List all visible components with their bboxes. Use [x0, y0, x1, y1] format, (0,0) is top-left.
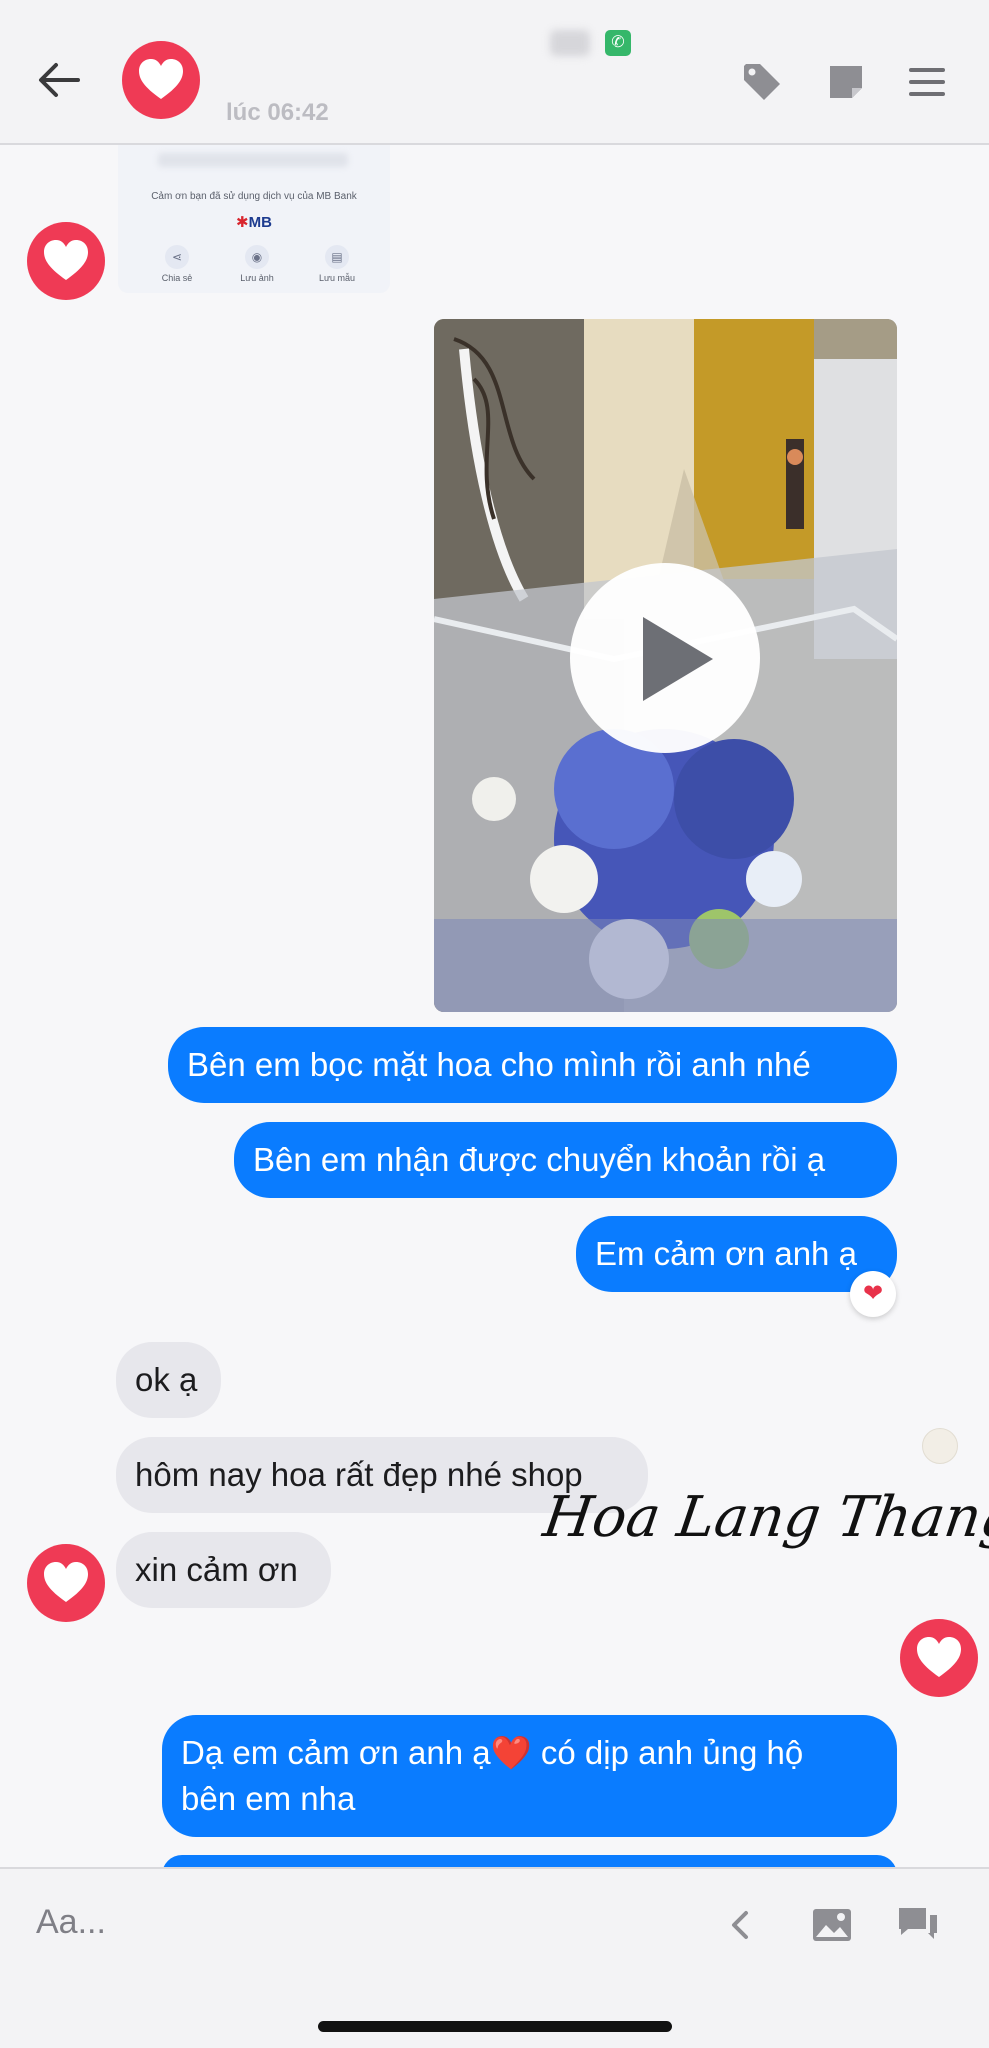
incoming-message[interactable]: xin cảm ơn — [116, 1532, 331, 1608]
image-icon[interactable] — [810, 1903, 854, 1947]
outgoing-message[interactable]: Bên em nhận được chuyển khoản rồi ạ — [234, 1122, 897, 1198]
blurred-receipt-detail — [158, 153, 348, 167]
heart-reaction[interactable]: ❤ — [850, 1271, 896, 1317]
contact-avatar[interactable] — [27, 222, 105, 300]
home-indicator[interactable] — [318, 2021, 672, 2032]
outgoing-message[interactable]: Dạ em cảm ơn anh ạ❤️ có dịp anh ủng hộ b… — [162, 1715, 897, 1837]
back-arrow-icon[interactable] — [34, 58, 84, 102]
chat-header: ✆ lúc 06:42 — [0, 0, 989, 145]
menu-icon[interactable] — [905, 60, 949, 104]
receipt-thanks-text: Cảm ơn bạn đã sử dụng dịch vụ của MB Ban… — [151, 191, 357, 202]
message-text: Bên em nhận được chuyển khoản rồi ạ — [253, 1141, 826, 1178]
tag-icon[interactable] — [740, 60, 784, 104]
message-text: ok ạ — [135, 1361, 198, 1398]
camera-icon: ◉ — [245, 245, 269, 269]
chevron-left-icon[interactable] — [718, 1903, 762, 1947]
receipt-share: ⋖ Chia sẻ — [142, 245, 212, 283]
message-text: Em cảm ơn anh ạ — [595, 1235, 857, 1272]
incoming-message[interactable]: ok ạ — [116, 1342, 221, 1418]
share-icon: ⋖ — [165, 245, 189, 269]
last-active-time: lúc 06:42 — [226, 99, 329, 126]
receipt-save-template: ▤ Lưu mẫu — [302, 245, 372, 283]
receipt-action-label: Chia sẻ — [161, 273, 193, 283]
blurred-name — [550, 30, 590, 56]
message-list[interactable]: Cảm ơn bạn đã sử dụng dịch vụ của MB Ban… — [0, 145, 989, 1867]
play-button[interactable] — [570, 563, 760, 753]
contact-avatar[interactable] — [122, 41, 200, 119]
receipt-save-image: ◉ Lưu ảnh — [222, 245, 292, 283]
contact-avatar[interactable] — [900, 1619, 978, 1697]
shop-watermark: Hoa Lang Thang — [539, 1485, 989, 1550]
phone-icon: ✆ — [605, 30, 631, 56]
message-composer: Aa... — [0, 1867, 989, 1981]
contact-avatar[interactable] — [27, 1544, 105, 1622]
message-text: Dạ em cảm ơn anh ạ❤️ có dịp anh ủng hộ — [181, 1734, 804, 1771]
message-input[interactable]: Aa... — [36, 1903, 106, 1942]
mb-bank-logo: ✱MB — [236, 214, 272, 231]
outgoing-message[interactable]: Em cảm ơn anh ạ — [576, 1216, 897, 1292]
save-template-icon: ▤ — [325, 245, 349, 269]
receipt-action-label: Lưu ảnh — [240, 273, 274, 283]
outgoing-message[interactable]: Bên em bọc mặt hoa cho mình rồi anh nhé — [168, 1027, 897, 1103]
play-icon — [643, 617, 713, 701]
home-indicator-area — [0, 1979, 989, 2048]
outgoing-message[interactable] — [162, 1855, 897, 1867]
seen-indicator-avatar — [922, 1428, 958, 1464]
message-text: bên em nha — [181, 1780, 356, 1817]
message-text: xin cảm ơn — [135, 1551, 298, 1588]
bank-receipt-image[interactable]: Cảm ơn bạn đã sử dụng dịch vụ của MB Ban… — [118, 145, 390, 293]
receipt-action-label: Lưu mẫu — [318, 273, 356, 283]
receipt-actions: ⋖ Chia sẻ ◉ Lưu ảnh ▤ Lưu mẫu — [142, 245, 372, 283]
message-text: hôm nay hoa rất đẹp nhé shop — [135, 1456, 583, 1493]
message-text: Bên em bọc mặt hoa cho mình rồi anh nhé — [187, 1046, 811, 1083]
chat-icon[interactable] — [896, 1903, 940, 1947]
video-message[interactable] — [434, 319, 897, 1012]
note-icon[interactable] — [824, 60, 868, 104]
